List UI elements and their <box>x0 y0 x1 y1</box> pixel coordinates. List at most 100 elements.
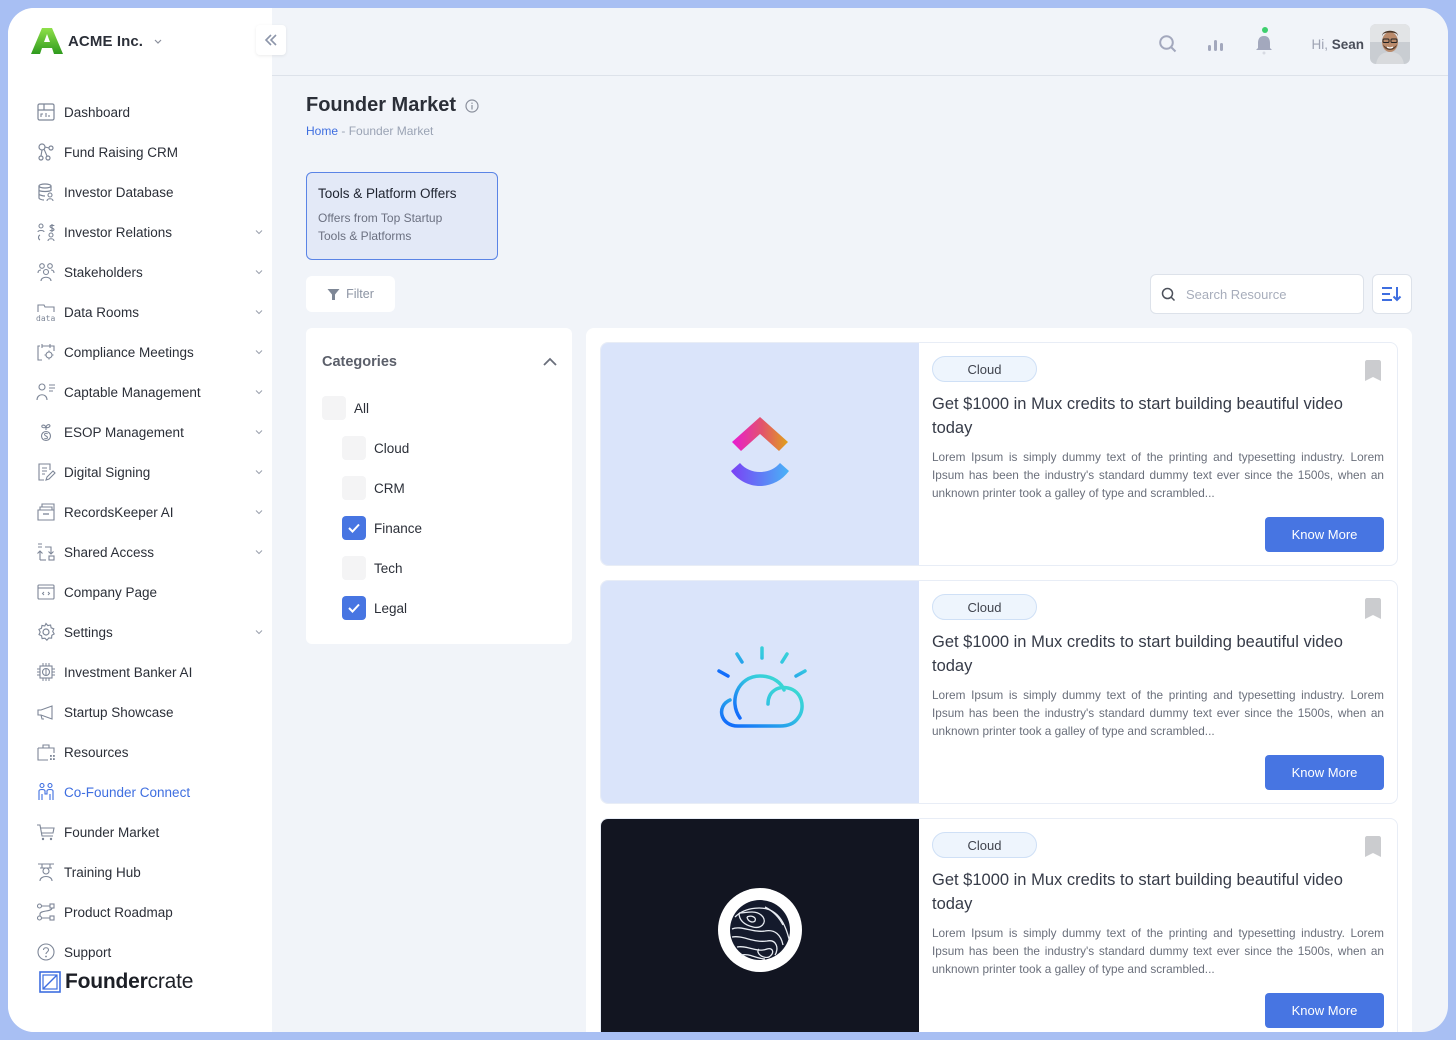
bookmark-icon[interactable] <box>1364 360 1382 381</box>
sidebar-item-fund-raising-crm[interactable]: Fund Raising CRM <box>36 132 260 172</box>
data-rooms-icon: data <box>36 302 56 322</box>
sidebar-item-label: Shared Access <box>64 544 155 560</box>
sidebar-item-investment-banker-ai[interactable]: Investment Banker AI <box>36 652 260 692</box>
chevron-down-icon[interactable] <box>254 307 264 317</box>
category-cloud[interactable]: Cloud <box>342 436 409 460</box>
sidebar-item-training-hub[interactable]: Training Hub <box>36 852 260 892</box>
sidebar-nav: Dashboard Fund Raising CRM Investor Databa… <box>36 92 263 972</box>
sidebar-item-label: Startup Showcase <box>64 704 174 720</box>
analytics-button[interactable] <box>1205 33 1227 55</box>
search-input[interactable] <box>1186 286 1346 302</box>
sidebar-item-label: Dashboard <box>64 104 131 120</box>
search-icon <box>1161 287 1176 301</box>
checkbox[interactable] <box>342 476 366 500</box>
offer-title: Get $1000 in Mux credits to start buildi… <box>932 633 1343 675</box>
chevron-down-icon[interactable] <box>254 267 264 277</box>
sidebar-item-label: Data Rooms <box>64 304 140 320</box>
chevron-down-icon[interactable] <box>254 427 264 437</box>
offer-title: Get $1000 in Mux credits to start buildi… <box>932 395 1343 437</box>
sidebar-item-captable-management[interactable]: Captable Management <box>36 372 263 412</box>
category-label: CRM <box>374 480 405 496</box>
roadmap-icon <box>36 902 56 922</box>
sidebar-item-compliance-meetings[interactable]: Compliance Meetings <box>36 332 263 372</box>
sidebar-item-esop-management[interactable]: ESOP Management <box>36 412 263 452</box>
user-greeting: Hi, Sean <box>1311 37 1364 52</box>
sort-button[interactable] <box>1372 274 1412 314</box>
signing-icon <box>36 462 56 482</box>
info-icon[interactable] <box>464 98 480 114</box>
breadcrumb-separator: - <box>338 124 349 138</box>
bookmark-icon[interactable] <box>1364 836 1382 857</box>
offer-card: Cloud Get $1000 in Mux credits to start … <box>600 580 1398 804</box>
sidebar-item-label: Digital Signing <box>64 464 151 480</box>
calendar-gear-icon <box>36 342 56 362</box>
checkbox[interactable] <box>342 596 366 620</box>
topography-logo-icon <box>718 888 802 972</box>
sidebar-item-product-roadmap[interactable]: Product Roadmap <box>36 892 260 932</box>
category-tech[interactable]: Tech <box>342 556 403 580</box>
search-field[interactable] <box>1150 274 1364 314</box>
category-finance[interactable]: Finance <box>342 516 422 540</box>
captable-icon <box>36 382 56 402</box>
sidebar-item-startup-showcase[interactable]: Startup Showcase <box>36 692 260 732</box>
chevron-down-icon[interactable] <box>254 227 264 237</box>
sidebar-item-co-founder-connect[interactable]: Co-Founder Connect <box>36 772 260 812</box>
chevron-down-icon[interactable] <box>254 507 264 517</box>
checkbox[interactable] <box>322 396 346 420</box>
sidebar-item-company-page[interactable]: Company Page <box>36 572 260 612</box>
briefcase-icon <box>36 742 56 762</box>
checkbox[interactable] <box>342 516 366 540</box>
categories-heading: Categories <box>322 354 397 370</box>
sidebar-item-settings[interactable]: Settings <box>36 612 263 652</box>
filter-button[interactable]: Filter <box>306 276 395 312</box>
category-crm[interactable]: CRM <box>342 476 405 500</box>
sidebar-item-digital-signing[interactable]: Digital Signing <box>36 452 263 492</box>
checkbox[interactable] <box>342 436 366 460</box>
sidebar-item-stakeholders[interactable]: Stakeholders <box>36 252 263 292</box>
chevron-down-icon <box>154 39 162 44</box>
company-switcher[interactable]: ACME Inc. <box>30 26 163 56</box>
brand-light: crate <box>147 970 194 993</box>
chevron-down-icon[interactable] <box>254 347 264 357</box>
bookmark-icon[interactable] <box>1364 598 1382 619</box>
know-more-button[interactable]: Know More <box>1265 993 1384 1028</box>
chevron-down-icon[interactable] <box>254 467 264 477</box>
sidebar-item-shared-access[interactable]: Shared Access <box>36 532 263 572</box>
tab-tools-platform-offers[interactable]: Tools & Platform Offers Offers from Top … <box>306 172 498 260</box>
notifications-button[interactable] <box>1253 27 1275 55</box>
sidebar-item-founder-market[interactable]: Founder Market <box>36 812 260 852</box>
sidebar-item-resources[interactable]: Resources <box>36 732 260 772</box>
sidebar-item-recordskeeper-ai[interactable]: RecordsKeeper AI <box>36 492 263 532</box>
cofounder-icon <box>36 782 56 802</box>
category-legal[interactable]: Legal <box>342 596 407 620</box>
check-icon <box>348 523 360 533</box>
funnel-icon <box>327 288 340 300</box>
company-page-icon <box>36 582 56 602</box>
chevron-up-icon[interactable] <box>542 356 558 368</box>
sidebar-item-support[interactable]: Support <box>36 932 260 972</box>
chevron-down-icon[interactable] <box>254 547 264 557</box>
sidebar-item-investor-relations[interactable]: Investor Relations <box>36 212 263 252</box>
category-all[interactable]: All <box>322 396 369 420</box>
search-button[interactable] <box>1157 33 1179 55</box>
offer-media <box>601 819 919 1032</box>
help-icon <box>36 942 56 962</box>
acme-logo-icon <box>31 28 63 54</box>
breadcrumb-home[interactable]: Home <box>306 124 338 138</box>
collapse-sidebar-button[interactable] <box>256 25 286 55</box>
sidebar-item-dashboard[interactable]: Dashboard <box>36 92 260 132</box>
chevron-down-icon[interactable] <box>254 627 264 637</box>
ibm-cloud-logo-icon <box>717 646 807 728</box>
sidebar-item-data-rooms[interactable]: data Data Rooms <box>36 292 263 332</box>
avatar[interactable] <box>1370 24 1410 64</box>
gear-icon <box>36 622 56 642</box>
offer-description: Lorem Ipsum is simply dummy text of the … <box>932 926 1384 976</box>
know-more-button[interactable]: Know More <box>1265 517 1384 552</box>
know-more-button[interactable]: Know More <box>1265 755 1384 790</box>
checkbox[interactable] <box>342 556 366 580</box>
offer-media <box>601 343 919 565</box>
sidebar-item-label: Fund Raising CRM <box>64 144 179 160</box>
offer-title: Get $1000 in Mux credits to start buildi… <box>932 871 1343 913</box>
chevron-down-icon[interactable] <box>254 387 264 397</box>
sidebar-item-investor-database[interactable]: Investor Database <box>36 172 260 212</box>
